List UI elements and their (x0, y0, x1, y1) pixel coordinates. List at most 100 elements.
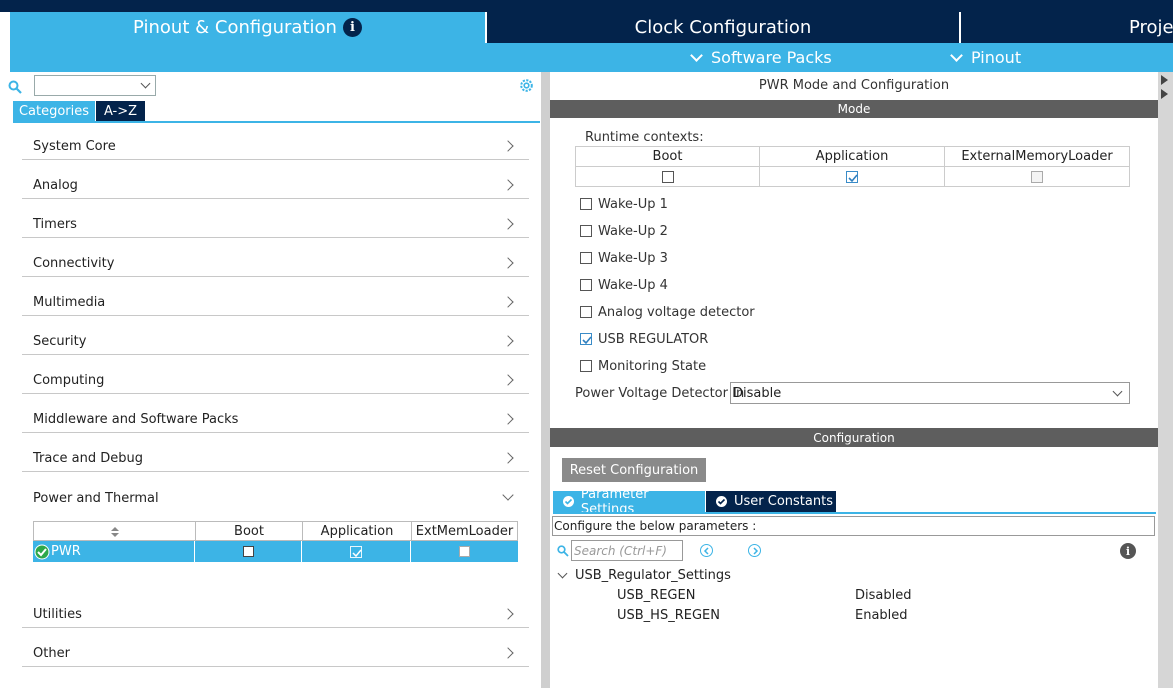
panel-splitter[interactable] (541, 72, 550, 688)
tab-project-manager[interactable]: Proje (961, 12, 1173, 43)
category-power-thermal[interactable]: Power and Thermal (22, 483, 529, 511)
pwr-boot-checkbox[interactable] (242, 546, 254, 557)
header-application: Application (302, 522, 411, 541)
panel-title: PWR Mode and Configuration (758, 78, 950, 93)
param-usb-hs-regen-value[interactable]: Enabled (855, 608, 908, 623)
category-timers[interactable]: Timers (22, 210, 529, 238)
previous-match-icon[interactable] (700, 544, 713, 557)
chevron-right-icon (502, 647, 514, 659)
chevron-right-icon (502, 413, 514, 425)
table-row-pwr[interactable]: PWR (33, 541, 518, 562)
chevron-right-icon (502, 218, 514, 230)
context-boot-checkbox[interactable] (661, 171, 674, 183)
next-match-icon[interactable] (748, 544, 761, 557)
checkmark-icon (352, 549, 362, 557)
category-trace-debug[interactable]: Trace and Debug (22, 444, 529, 472)
option-label: USB REGULATOR (598, 331, 709, 347)
category-connectivity[interactable]: Connectivity (22, 249, 529, 277)
tab-categories[interactable]: Categories (13, 101, 95, 121)
chevron-down-icon (950, 48, 963, 62)
option-analog-voltage-detector[interactable]: Analog voltage detector (580, 304, 755, 320)
pwr-application-checkbox[interactable] (350, 545, 362, 558)
checkbox[interactable] (580, 252, 592, 264)
checkbox[interactable] (580, 279, 592, 291)
tab-clock-label: Clock Configuration (634, 17, 812, 38)
software-packs-label: Software Packs (711, 48, 832, 67)
context-cell-application (760, 167, 945, 187)
option-wake-up-2[interactable]: Wake-Up 2 (580, 223, 668, 239)
option-label: Analog voltage detector (598, 304, 755, 320)
chevron-down-icon (140, 78, 151, 89)
pvd-label: Power Voltage Detector In (575, 386, 745, 401)
collapse-arrow-icon[interactable] (1158, 72, 1173, 102)
header-boot: Boot (195, 522, 302, 541)
category-label: System Core (33, 139, 116, 154)
category-label: Connectivity (33, 256, 115, 271)
context-header-external: ExternalMemoryLoader (945, 147, 1129, 167)
category-security[interactable]: Security (22, 327, 529, 355)
context-external-checkbox[interactable] (1031, 171, 1043, 183)
option-wake-up-1[interactable]: Wake-Up 1 (580, 196, 668, 212)
category-other[interactable]: Other (22, 639, 529, 667)
category-label: Other (33, 646, 70, 661)
pwr-name-cell[interactable]: PWR (33, 541, 194, 562)
category-computing[interactable]: Computing (22, 366, 529, 394)
tab-pinout-label: Pinout & Configuration (133, 17, 337, 38)
configuration-section-header: Configuration (550, 428, 1158, 447)
option-wake-up-3[interactable]: Wake-Up 3 (580, 250, 668, 266)
option-label: Wake-Up 3 (598, 250, 668, 266)
checkbox[interactable] (580, 198, 592, 210)
sort-column-header[interactable] (34, 522, 195, 541)
chevron-right-icon (502, 452, 514, 464)
category-label: Multimedia (33, 295, 106, 310)
context-cell-boot (576, 167, 760, 187)
category-utilities[interactable]: Utilities (22, 600, 529, 628)
chevron-right-icon (502, 179, 514, 191)
option-usb-regulator[interactable]: USB REGULATOR (580, 331, 708, 347)
category-analog[interactable]: Analog (22, 171, 529, 199)
tab-underline (553, 512, 1156, 514)
option-label: Wake-Up 1 (598, 196, 668, 212)
pwr-extmemloader-checkbox[interactable] (459, 546, 470, 557)
param-usb-regen-value[interactable]: Disabled (855, 588, 911, 603)
gear-icon[interactable] (518, 77, 535, 94)
checkbox[interactable] (580, 333, 592, 345)
category-middleware[interactable]: Middleware and Software Packs (22, 405, 529, 433)
parameter-search-input[interactable]: Search (Ctrl+F) (571, 540, 683, 561)
mode-section-header: Mode (550, 100, 1158, 118)
option-monitoring-state[interactable]: Monitoring State (580, 358, 706, 374)
tab-a-to-z[interactable]: A->Z (96, 101, 145, 121)
runtime-contexts-label: Runtime contexts: (585, 130, 704, 145)
checkbox[interactable] (580, 225, 592, 237)
option-wake-up-4[interactable]: Wake-Up 4 (580, 277, 668, 293)
chevron-down-icon (1112, 386, 1123, 397)
category-search-combo[interactable] (34, 75, 156, 96)
category-label: Computing (33, 373, 105, 388)
checkbox[interactable] (580, 306, 592, 318)
pinout-menu[interactable]: Pinout (950, 43, 1021, 72)
pvd-select[interactable]: Disable (730, 382, 1130, 404)
context-header-boot: Boot (576, 147, 760, 167)
category-system-core[interactable]: System Core (22, 132, 529, 160)
tab-parameter-settings[interactable]: Parameter Settings (553, 487, 705, 517)
tab-clock-configuration[interactable]: Clock Configuration (487, 12, 959, 43)
info-icon[interactable]: i (342, 18, 362, 37)
chevron-right-icon (502, 374, 514, 386)
group-label: USB_Regulator_Settings (575, 568, 731, 583)
software-packs-menu[interactable]: Software Packs (690, 43, 832, 72)
context-application-checkbox[interactable] (846, 171, 858, 183)
sort-icon (110, 526, 119, 537)
info-icon[interactable]: i (1120, 543, 1136, 559)
scrollbar[interactable] (1158, 72, 1173, 688)
pwr-application-cell (301, 541, 410, 562)
category-label: Timers (33, 217, 77, 232)
checkbox[interactable] (580, 360, 592, 372)
search-icon (557, 545, 569, 557)
param-usb-regen-name[interactable]: USB_REGEN (617, 588, 695, 603)
param-usb-hs-regen-name[interactable]: USB_HS_REGEN (617, 608, 720, 623)
parameter-group-usb-regulator[interactable]: USB_Regulator_Settings (557, 568, 731, 583)
reset-configuration-button[interactable]: Reset Configuration (562, 458, 706, 482)
tab-user-constants[interactable]: User Constants (706, 491, 836, 512)
tab-pinout-configuration[interactable]: Pinout & Configuration i (10, 12, 485, 43)
category-multimedia[interactable]: Multimedia (22, 288, 529, 316)
